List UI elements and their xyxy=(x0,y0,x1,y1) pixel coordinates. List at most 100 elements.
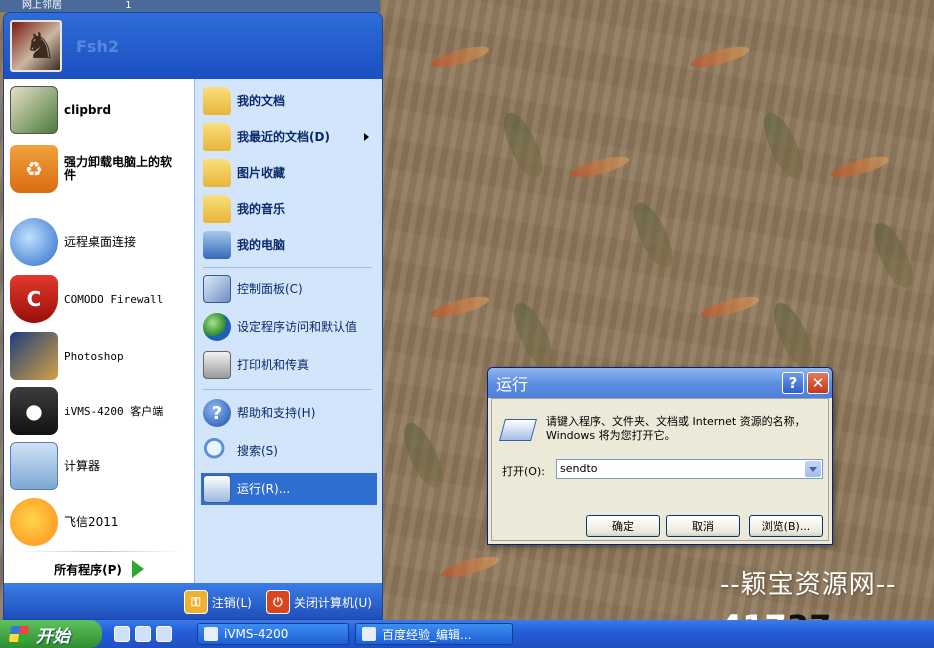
menu-item-printers[interactable]: 打印机和传真 xyxy=(201,349,377,381)
pinned-item-label: 远程桌面连接 xyxy=(64,234,137,249)
user-avatar[interactable] xyxy=(10,20,62,72)
start-menu: Fsh2 clipbrd ♻ 强力卸载电脑上的软件 远程桌面连接 C COMOD… xyxy=(3,12,383,620)
show-desktop-icon[interactable] xyxy=(114,626,130,642)
key-icon: ⚿ xyxy=(183,590,208,614)
folder-pictures-icon xyxy=(203,159,231,187)
watermark-text: --颖宝资源网-- xyxy=(720,570,897,600)
pinned-item-fetion[interactable]: 飞信2011 xyxy=(10,497,192,547)
pinned-item-label: clipbrd xyxy=(64,102,112,117)
computer-icon xyxy=(203,231,231,259)
pinned-item-photoshop[interactable]: Photoshop xyxy=(10,331,192,381)
menu-item-label: 图片收藏 xyxy=(237,165,286,180)
menu-item-my-computer[interactable]: 我的电脑 xyxy=(201,229,377,261)
chevron-right-icon xyxy=(364,133,369,141)
menu-item-run[interactable]: 运行(R)... xyxy=(201,473,377,505)
divider xyxy=(203,389,372,390)
ok-button[interactable]: 确定 xyxy=(586,515,660,537)
shutdown-label: 关闭计算机(U) xyxy=(293,595,372,610)
menu-item-label: 运行(R)... xyxy=(237,481,291,496)
taskbar: 开始 iVMS-4200 百度经验_编辑... xyxy=(0,620,934,648)
menu-item-help[interactable]: ? 帮助和支持(H) xyxy=(201,397,377,429)
run-icon xyxy=(203,475,231,503)
run-dialog: 运行 ? ✕ 请键入程序、文件夹、文档或 Internet 资源的名称，Wind… xyxy=(487,367,833,545)
search-icon xyxy=(203,437,231,465)
menu-item-set-program-access[interactable]: 设定程序访问和默认值 xyxy=(201,309,377,345)
wallpaper-fly xyxy=(699,292,761,322)
pinned-item-calculator[interactable]: 计算器 xyxy=(10,441,192,491)
places-panel: 我的文档 我最近的文档(D) 图片收藏 我的音乐 我的电脑 控制面板(C) 设定… xyxy=(194,79,382,583)
menu-item-control-panel[interactable]: 控制面板(C) xyxy=(201,273,377,305)
wallpaper-fly xyxy=(429,292,491,322)
program-access-icon xyxy=(203,313,231,341)
wallpaper-fly xyxy=(829,152,891,182)
divider xyxy=(203,267,372,268)
photoshop-icon xyxy=(10,332,58,380)
start-menu-header: Fsh2 xyxy=(4,13,382,79)
menu-item-search[interactable]: 搜索(S) xyxy=(201,435,377,467)
desktop-icon-label[interactable]: 网上邻居 xyxy=(22,0,62,11)
menu-item-my-documents[interactable]: 我的文档 xyxy=(201,85,377,117)
desktop-top-strip: 网上邻居 1 xyxy=(0,0,380,12)
run-dialog-titlebar[interactable]: 运行 ? ✕ xyxy=(488,368,832,398)
menu-item-label: 我的电脑 xyxy=(237,237,286,252)
menu-item-label: 我最近的文档(D) xyxy=(237,129,330,144)
wallpaper-fish xyxy=(766,297,820,373)
open-combobox[interactable]: sendto xyxy=(556,459,823,479)
pinned-item-label: 计算器 xyxy=(64,458,101,473)
menu-item-recent-documents[interactable]: 我最近的文档(D) xyxy=(201,121,377,153)
power-icon: ⏻ xyxy=(265,590,290,614)
ivms-camera-icon: ● xyxy=(10,387,58,435)
folder-recent-icon xyxy=(203,123,231,151)
menu-item-label: 设定程序访问和默认值 xyxy=(237,319,358,334)
desktop-icon-label: 1 xyxy=(125,0,132,11)
pinned-item-label: iVMS-4200 客户端 xyxy=(64,404,164,418)
start-menu-footer: ⚿ 注销(L) ⏻ 关闭计算机(U) xyxy=(4,583,382,619)
start-button[interactable]: 开始 xyxy=(0,620,102,648)
taskbar-item-label: 百度经验_编辑... xyxy=(382,627,472,642)
divider xyxy=(14,551,184,552)
wallpaper-fish xyxy=(506,297,560,373)
wallpaper-fish xyxy=(396,417,450,493)
logoff-label: 注销(L) xyxy=(211,595,252,610)
taskbar-item-baidu[interactable]: 百度经验_编辑... xyxy=(355,623,513,645)
chevron-down-icon[interactable] xyxy=(805,461,821,477)
all-programs-button[interactable]: 所有程序(P) xyxy=(4,555,194,583)
pinned-item-label: COMODO Firewall xyxy=(64,292,164,306)
run-description: 请键入程序、文件夹、文档或 Internet 资源的名称，Windows 将为您… xyxy=(546,415,806,442)
cancel-button[interactable]: 取消 xyxy=(666,515,740,537)
open-input-value[interactable]: sendto xyxy=(560,462,598,475)
browser-icon[interactable] xyxy=(135,626,151,642)
remote-desktop-icon xyxy=(10,218,58,266)
pinned-item-clipbrd[interactable]: clipbrd xyxy=(10,85,192,135)
pinned-item-ivms[interactable]: ● iVMS-4200 客户端 xyxy=(10,385,192,437)
qq-icon[interactable] xyxy=(156,626,172,642)
menu-item-label: 帮助和支持(H) xyxy=(237,405,316,420)
menu-item-label: 控制面板(C) xyxy=(237,281,303,296)
menu-item-my-music[interactable]: 我的音乐 xyxy=(201,193,377,225)
pinned-item-uninstall[interactable]: ♻ 强力卸载电脑上的软件 xyxy=(10,143,192,195)
pinned-item-remote-desktop[interactable]: 远程桌面连接 xyxy=(10,217,192,267)
help-button[interactable]: ? xyxy=(782,372,804,394)
close-button[interactable]: ✕ xyxy=(807,372,829,394)
menu-item-label: 我的音乐 xyxy=(237,201,286,216)
pinned-item-label: Photoshop xyxy=(64,349,124,363)
all-programs-label: 所有程序(P) xyxy=(54,562,122,577)
wallpaper-fly xyxy=(429,42,491,72)
logoff-button[interactable]: ⚿ 注销(L) xyxy=(183,590,252,614)
shutdown-button[interactable]: ⏻ 关闭计算机(U) xyxy=(265,590,372,614)
browse-button[interactable]: 浏览(B)... xyxy=(749,515,823,537)
taskbar-item-ivms[interactable]: iVMS-4200 xyxy=(197,623,349,645)
quick-launch xyxy=(114,626,177,642)
menu-item-my-pictures[interactable]: 图片收藏 xyxy=(201,157,377,189)
dialog-title: 运行 xyxy=(496,375,529,394)
wallpaper-fish xyxy=(866,217,920,293)
pinned-item-label: 强力卸载电脑上的软件 xyxy=(64,155,173,182)
pinned-item-comodo[interactable]: C COMODO Firewall xyxy=(10,273,192,325)
help-icon: ? xyxy=(203,399,231,427)
fetion-icon xyxy=(10,498,58,546)
wallpaper-fish xyxy=(496,107,550,183)
windows-logo-icon xyxy=(8,626,30,642)
wallpaper-fish xyxy=(626,197,680,273)
wallpaper-fish xyxy=(756,107,810,183)
run-icon xyxy=(499,419,537,441)
